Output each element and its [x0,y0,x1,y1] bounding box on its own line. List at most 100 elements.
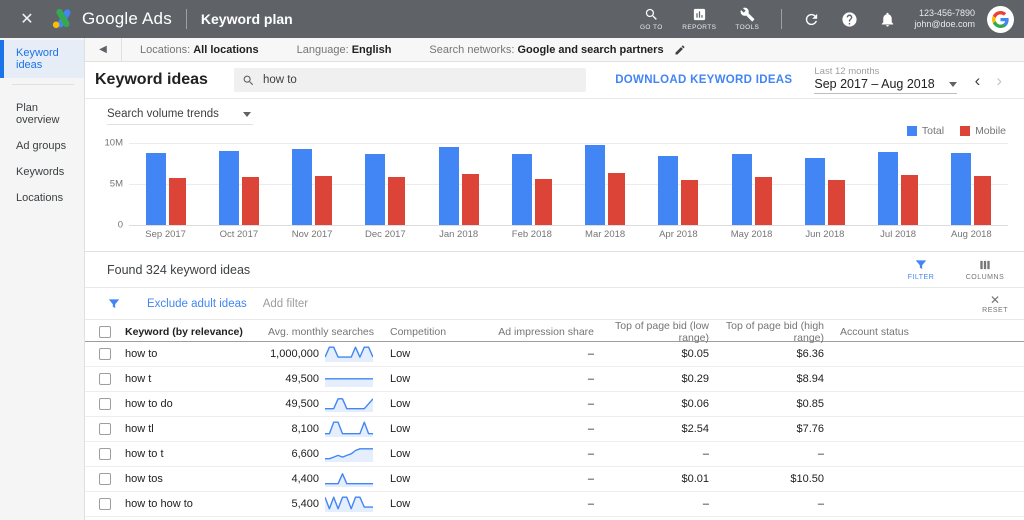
row-checkbox-cell [85,473,125,485]
mobile-bar[interactable] [755,177,772,225]
select-all-checkbox[interactable] [99,326,111,338]
help-button[interactable] [832,11,866,28]
mobile-bar[interactable] [681,180,698,225]
row-checkbox[interactable] [99,498,111,510]
keyword-cell[interactable]: how to t [125,448,255,460]
collapse-panel-arrow[interactable]: ◀ [85,44,121,55]
total-bar[interactable] [146,153,166,225]
row-checkbox[interactable] [99,373,111,385]
x-axis-tick: Jan 2018 [422,229,495,240]
col-keyword[interactable]: Keyword (by relevance) [125,326,255,338]
legend-item-total[interactable]: Total [907,125,944,137]
total-bar[interactable] [292,149,312,225]
setting-locations[interactable]: Locations: All locations [140,44,259,56]
legend-item-mobile[interactable]: Mobile [960,125,1006,137]
total-bar[interactable] [878,152,898,225]
total-bar[interactable] [658,156,678,225]
mobile-bar[interactable] [388,177,405,225]
keyword-cell[interactable]: how to do [125,398,255,410]
avg-monthly-searches-cell: 49,500 [255,398,325,410]
table-row: how to how to5,400Low––– [85,492,1024,517]
keyword-cell[interactable]: how tos [125,473,255,485]
columns-button[interactable]: COLUMNS [962,258,1008,281]
keyword-search-box[interactable] [234,68,586,92]
total-bar[interactable] [219,151,239,225]
col-competition[interactable]: Competition [380,326,495,338]
add-filter-button[interactable]: Add filter [263,298,308,310]
bar-group-apr-2018 [642,143,715,225]
mobile-bar[interactable] [974,176,991,225]
total-bar[interactable] [585,145,605,225]
trend-cell [325,419,380,439]
keyword-cell[interactable]: how t [125,373,255,385]
account-info: 123-456-7890 john@doe.com [914,8,975,30]
reports-button[interactable]: REPORTS [677,7,721,31]
keyword-cell[interactable]: how tl [125,423,255,435]
x-axis-tick: Feb 2018 [495,229,568,240]
google-ads-logo[interactable]: Google Ads [52,9,172,29]
setting-language[interactable]: Language: English [297,44,392,56]
goto-button[interactable]: GO TO [629,7,673,31]
download-keyword-ideas-button[interactable]: DOWNLOAD KEYWORD IDEAS [615,74,792,86]
total-bar[interactable] [951,153,971,225]
edit-settings-button[interactable] [674,44,686,56]
col-avg-monthly-searches[interactable]: Avg. monthly searches [255,326,380,338]
refresh-button[interactable] [794,11,828,28]
chart-type-dropdown[interactable]: Search volume trends [107,108,253,125]
search-volume-chart: Search volume trends TotalMobile 10M5M0 … [85,99,1024,251]
mobile-bar[interactable] [535,179,552,225]
legend-swatch-icon [907,126,917,136]
sidebar-item-ad-groups[interactable]: Ad groups [0,133,84,159]
mobile-bar[interactable] [462,174,479,225]
exclude-adult-ideas-filter[interactable]: Exclude adult ideas [147,298,247,310]
notifications-button[interactable] [870,11,904,28]
account-phone: 123-456-7890 [914,8,975,19]
tools-button[interactable]: TOOLS [725,7,769,31]
mobile-bar[interactable] [242,177,259,225]
x-axis-tick: Nov 2017 [276,229,349,240]
avatar[interactable] [987,6,1014,33]
filter-button[interactable]: FILTER [898,258,944,281]
keyword-cell[interactable]: how to [125,348,255,360]
settings-divider [121,38,122,62]
row-checkbox[interactable] [99,423,111,435]
col-top-bid-high[interactable]: Top of page bid (high range) [715,320,830,344]
mobile-bar[interactable] [901,175,918,225]
keyword-cell[interactable]: how to how to [125,498,255,510]
prev-period-button[interactable]: ‹ [967,72,989,89]
close-icon[interactable]: ✕ [14,6,40,32]
row-checkbox[interactable] [99,398,111,410]
ad-impression-share-cell: – [495,423,600,435]
sidebar-item-keyword-ideas[interactable]: Keyword ideas [0,40,84,78]
col-account-status[interactable]: Account status [830,326,1024,338]
sidebar: Keyword ideas Plan overviewAd groupsKeywo… [0,38,85,520]
col-top-bid-low[interactable]: Top of page bid (low range) [600,320,715,344]
setting-networks[interactable]: Search networks: Google and search partn… [429,44,663,56]
row-checkbox[interactable] [99,473,111,485]
mobile-bar[interactable] [828,180,845,225]
row-checkbox[interactable] [99,448,111,460]
sidebar-item-plan-overview[interactable]: Plan overview [0,95,84,133]
mobile-bar[interactable] [608,173,625,225]
sidebar-item-keywords[interactable]: Keywords [0,159,84,185]
row-checkbox[interactable] [99,348,111,360]
table-row: how t49,500Low–$0.29$8.94 [85,367,1024,392]
trend-cell [325,444,380,464]
total-bar[interactable] [805,158,825,225]
reports-icon [692,7,707,22]
total-bar[interactable] [512,154,532,225]
keyword-search-input[interactable] [263,74,578,86]
sidebar-item-locations[interactable]: Locations [0,185,84,211]
total-bar[interactable] [439,147,459,225]
total-bar[interactable] [365,154,385,225]
total-bar[interactable] [732,154,752,225]
trend-sparkline-icon [325,344,373,364]
col-ad-impression-share[interactable]: Ad impression share [495,326,600,338]
search-icon [644,7,659,22]
locations-label: Locations: [140,44,190,56]
next-period-button[interactable]: › [988,72,1010,89]
reset-filters-button[interactable]: ✕ RESET [982,294,1008,314]
mobile-bar[interactable] [169,178,186,225]
date-range-selector[interactable]: Last 12 months Sep 2017 – Aug 2018 [814,66,956,94]
mobile-bar[interactable] [315,176,332,225]
